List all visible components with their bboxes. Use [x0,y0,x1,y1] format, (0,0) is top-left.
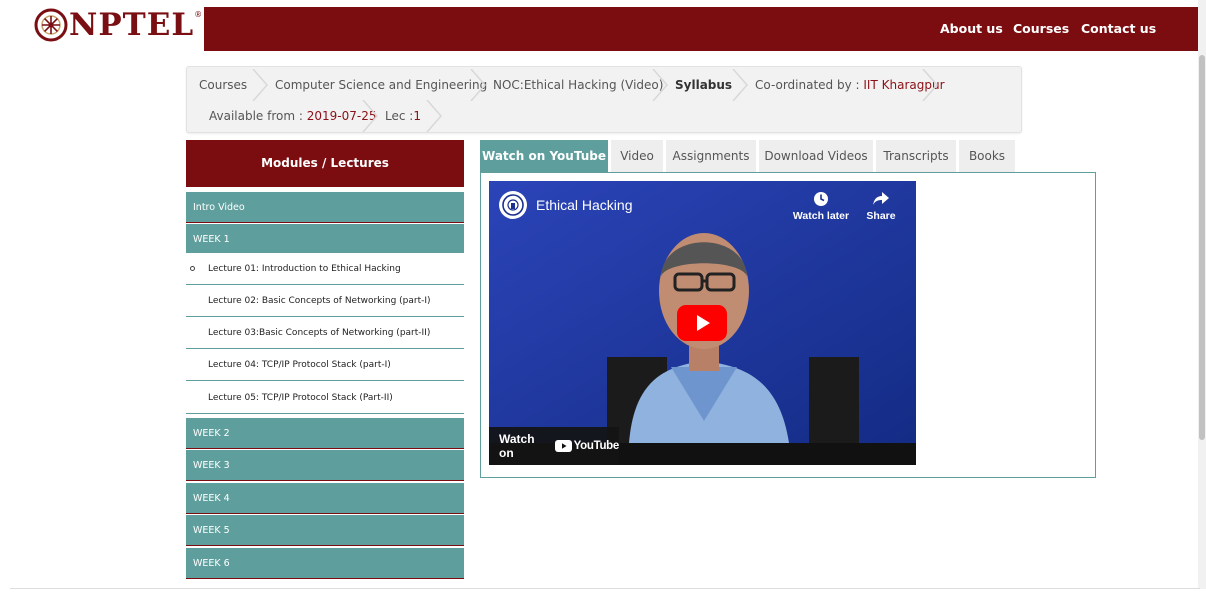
lecture-item-label: Lecture 01: Introduction to Ethical Hack… [208,264,401,274]
sidebar-item-week-2[interactable]: WEEK 2 [186,418,464,449]
youtube-logo-icon [554,440,572,452]
sidebar-item-week-3[interactable]: WEEK 3 [186,450,464,481]
logo-text: NPTEL [69,7,195,43]
scrollbar-thumb[interactable] [1199,55,1205,440]
lecture-item[interactable]: Lecture 02: Basic Concepts of Networking… [186,285,464,317]
lecture-item[interactable]: Lecture 05: TCP/IP Protocol Stack (Part-… [186,382,464,414]
breadcrumb: Courses Computer Science and Engineering… [186,66,1022,133]
share-label: Share [866,210,896,222]
watch-on-youtube-button[interactable]: Watch on YouTube [489,427,619,465]
chevron-right-icon [252,69,268,101]
watch-later-button[interactable]: Watch later [789,191,853,222]
youtube-logo: YouTube [554,440,620,452]
tab-books[interactable]: Books [959,140,1015,172]
sidebar-item-week-1[interactable]: WEEK 1 [186,224,464,255]
available-label: Available from : [209,109,307,123]
breadcrumb-discipline[interactable]: Computer Science and Engineering [275,69,487,101]
chevron-right-icon [732,69,748,101]
modules-sidebar: Modules / Lectures Intro Video WEEK 1 Le… [186,140,464,600]
emblem-icon [502,194,524,216]
tab-watch-on-youtube[interactable]: Watch on YouTube [480,140,608,172]
sidebar-item-week-4[interactable]: WEEK 4 [186,483,464,514]
nptel-emblem-icon [34,8,68,42]
current-lecture-bullet-icon [190,266,195,271]
top-nav-bar: About us Courses Contact us [204,7,1198,51]
coordinated-label: Co-ordinated by : [755,78,864,92]
sidebar-item-week-6[interactable]: WEEK 6 [186,548,464,579]
chevron-right-icon [652,69,668,101]
chevron-right-icon [426,100,442,132]
tab-download-videos[interactable]: Download Videos [759,140,873,172]
chevron-right-icon [922,69,938,101]
chevron-right-icon [470,69,486,101]
youtube-wordmark: YouTube [573,440,620,452]
lecture-item[interactable]: Lecture 01: Introduction to Ethical Hack… [186,253,464,285]
play-icon[interactable] [677,305,727,341]
breadcrumb-course[interactable]: NOC:Ethical Hacking (Video) [493,69,663,101]
tab-assignments[interactable]: Assignments [666,140,756,172]
chevron-right-icon [362,100,378,132]
watch-on-label: Watch on [499,432,535,460]
breadcrumb-current: Syllabus [675,78,733,92]
modules-heading: Modules / Lectures [186,140,464,187]
youtube-video-player[interactable]: Ethical Hacking Watch later Share Watch … [489,181,916,465]
tab-video[interactable]: Video [611,140,663,172]
page-scrollbar[interactable] [1198,0,1206,589]
registered-mark: ® [194,10,203,19]
nav-courses-link[interactable]: Courses [1013,7,1069,51]
lecture-item[interactable]: Lecture 03:Basic Concepts of Networking … [186,317,464,349]
site-header: NPTEL ® About us Courses Contact us [0,0,1206,52]
video-title-row: Ethical Hacking [499,191,633,219]
sidebar-item-week-5[interactable]: WEEK 5 [186,515,464,546]
channel-avatar-icon[interactable] [499,191,527,219]
tab-transcripts[interactable]: Transcripts [876,140,956,172]
breadcrumb-available: Available from : 2019-07-25 [209,100,376,132]
breadcrumb-lec: Lec :1 [385,100,421,132]
nav-about-link[interactable]: About us [940,7,1003,51]
clock-icon [814,192,828,206]
breadcrumb-courses[interactable]: Courses [199,69,247,101]
watch-later-label: Watch later [792,210,850,222]
lecture-item[interactable]: Lecture 04: TCP/IP Protocol Stack (part-… [186,349,464,381]
share-button[interactable]: Share [861,191,901,222]
lec-label: Lec : [385,109,414,123]
video-title[interactable]: Ethical Hacking [536,197,633,213]
nptel-logo[interactable]: NPTEL ® [34,8,202,42]
nav-contact-link[interactable]: Contact us [1081,7,1156,51]
sidebar-item-intro-video[interactable]: Intro Video [186,192,464,223]
share-arrow-icon [873,192,889,205]
